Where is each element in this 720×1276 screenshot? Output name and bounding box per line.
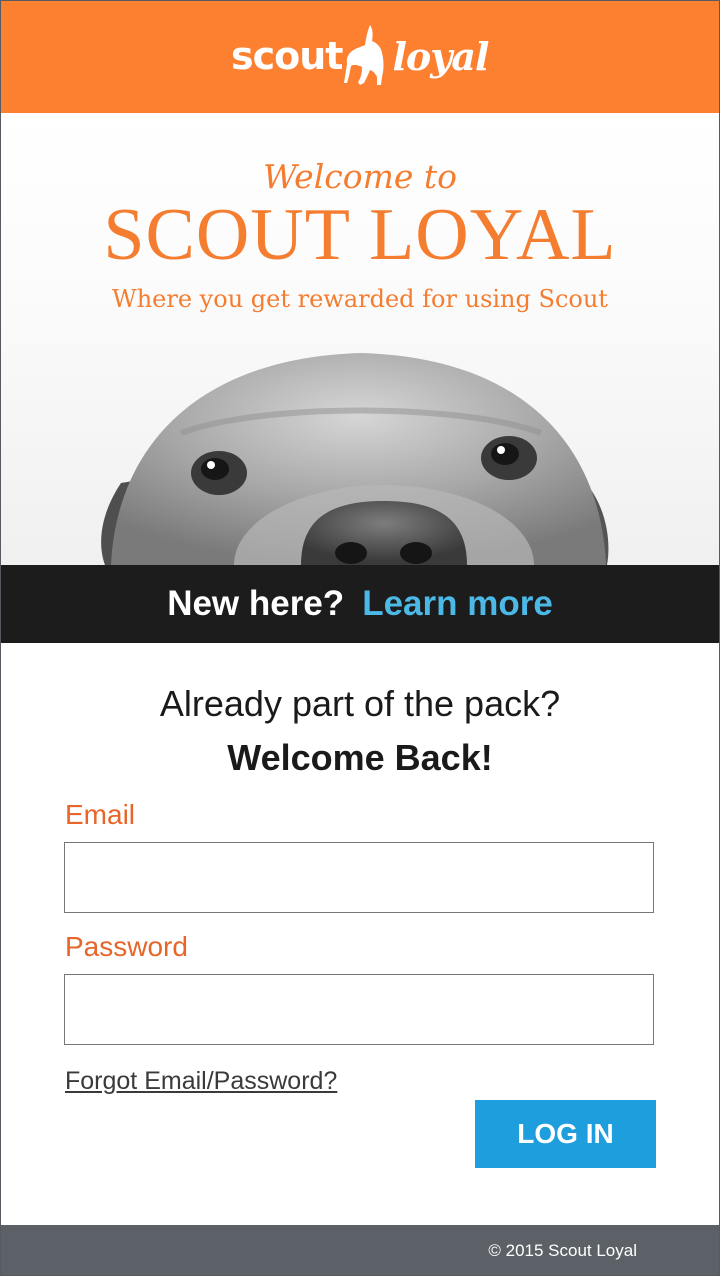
forgot-credentials-link[interactable]: Forgot Email/Password? xyxy=(65,1067,337,1096)
copyright-text: © 2015 Scout Loyal xyxy=(488,1241,637,1260)
tagline: Where you get rewarded for using Scout xyxy=(112,285,608,313)
login-heading: Already part of the pack? xyxy=(159,683,561,724)
login-button[interactable]: LOG IN xyxy=(475,1100,656,1168)
welcome-back-heading: Welcome Back! xyxy=(227,737,493,778)
new-user-banner: New here? Learn more xyxy=(1,565,719,643)
page-title: SCOUT LOYAL xyxy=(103,194,617,276)
footer-bar: © 2015 Scout Loyal xyxy=(1,1225,719,1275)
new-here-text: New here? xyxy=(167,584,345,623)
app-frame: scout loyal Welcome to SCOUT LOYAL Where… xyxy=(0,0,720,1276)
password-field[interactable] xyxy=(64,974,654,1045)
dog-silhouette-icon xyxy=(344,25,384,85)
welcome-subtitle: Welcome to xyxy=(262,157,458,196)
email-label: Email xyxy=(65,799,136,830)
header-bar: scout loyal xyxy=(1,1,719,113)
email-field[interactable] xyxy=(64,842,654,913)
password-label: Password xyxy=(65,931,188,962)
hero-section: Welcome to SCOUT LOYAL Where you get rew… xyxy=(1,113,719,565)
brand-logo[interactable]: scout loyal xyxy=(231,23,489,89)
learn-more-link[interactable]: Learn more xyxy=(362,584,553,624)
logo-word-loyal: loyal xyxy=(392,33,489,79)
logo-word-scout: scout xyxy=(231,34,343,78)
